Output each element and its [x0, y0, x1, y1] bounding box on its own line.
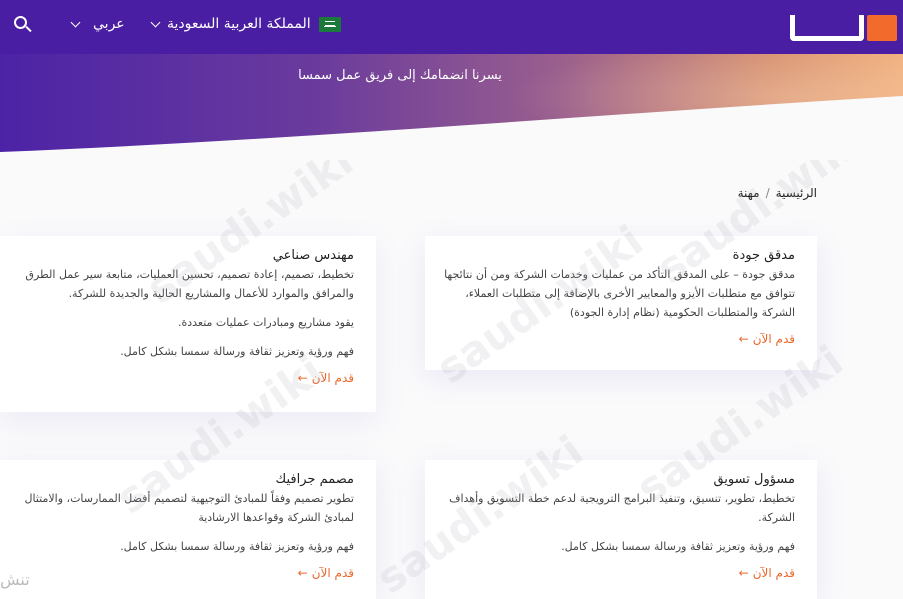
job-card-marketing-officer: مسؤول تسويق تخطيط، تطوير، تنسيق، وتنفيذ … — [425, 460, 817, 599]
job-title: مصمم جرافيك — [275, 472, 354, 487]
job-description: فهم ورؤية وتعزيز ثقافة ورسالة سمسا بشكل … — [120, 345, 354, 358]
job-description: فهم ورؤية وتعزيز ثقافة ورسالة سمسا بشكل … — [120, 540, 354, 553]
edge-text: تنش — [0, 570, 30, 589]
job-description: فهم ورؤية وتعزيز ثقافة ورسالة سمسا بشكل … — [561, 540, 795, 553]
arrow-left-icon: ← — [738, 332, 749, 346]
job-title: مسؤول تسويق — [713, 472, 795, 487]
arrow-left-icon: ← — [297, 371, 308, 385]
search-icon[interactable] — [14, 16, 32, 34]
smsa-logo[interactable] — [790, 9, 897, 41]
job-description: تخطيط، تصميم، إعادة تصميم، تحسين العمليا… — [25, 268, 354, 300]
breadcrumb-current: مهنة — [737, 186, 760, 200]
chevron-down-icon — [70, 17, 81, 27]
job-title: مدقق جودة — [732, 248, 795, 263]
breadcrumb-home[interactable]: الرئيسية — [776, 186, 817, 200]
language-selector[interactable]: عربي — [70, 16, 125, 32]
hero-banner: يسرنا انضمامك إلى فريق عمل سمسا — [0, 54, 903, 160]
arrow-left-icon: ← — [297, 566, 308, 580]
apply-now-link[interactable]: قدم الآن← — [739, 332, 795, 346]
arrow-left-icon: ← — [738, 566, 749, 580]
apply-now-link[interactable]: قدم الآن← — [298, 371, 354, 385]
job-card-quality-auditor: مدقق جودة مدقق جودة – على المدقق التأكد … — [425, 236, 817, 370]
job-description: تخطيط، تطوير، تنسيق، وتنفيذ البرامج التر… — [449, 492, 795, 524]
apply-now-link[interactable]: قدم الآن← — [739, 566, 795, 580]
logo-mark — [790, 15, 864, 41]
breadcrumb-separator: / — [765, 186, 770, 200]
job-title: مهندس صناعي — [272, 248, 354, 263]
job-card-graphic-designer: مصمم جرافيك تطوير تصميم وفقاً للمبادئ ال… — [0, 460, 376, 599]
saudi-flag-icon — [318, 16, 341, 32]
job-card-industrial-engineer: مهندس صناعي تخطيط، تصميم، إعادة تصميم، ت… — [0, 236, 376, 412]
breadcrumb: الرئيسية / مهنة — [738, 186, 817, 200]
hero-title: يسرنا انضمامك إلى فريق عمل سمسا — [298, 68, 502, 83]
country-label: المملكة العربية السعودية — [167, 16, 311, 32]
logo-accent — [867, 15, 897, 41]
language-label: عربي — [93, 16, 125, 32]
country-selector[interactable]: المملكة العربية السعودية — [150, 16, 341, 32]
job-description: تطوير تصميم وفقاً للمبادئ التوجيهية لتصم… — [24, 492, 354, 524]
apply-now-link[interactable]: قدم الآن← — [298, 566, 354, 580]
job-description: يقود مشاريع ومبادرات عمليات متعددة. — [177, 316, 354, 329]
top-nav: المملكة العربية السعودية عربي — [0, 0, 903, 54]
job-description: مدقق جودة – على المدقق التأكد من عمليات … — [444, 268, 795, 319]
chevron-down-icon — [150, 17, 161, 27]
